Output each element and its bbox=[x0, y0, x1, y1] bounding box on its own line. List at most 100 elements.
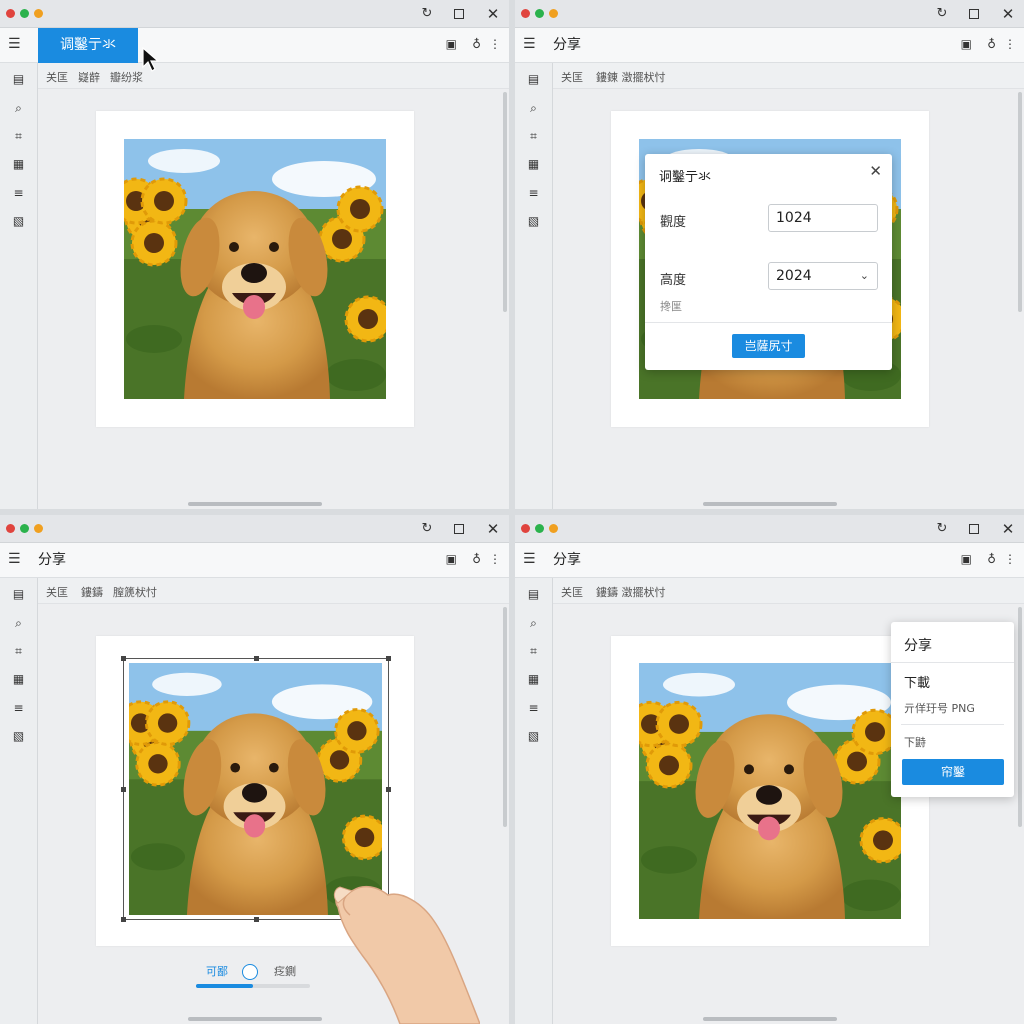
image-icon[interactable]: ▣ bbox=[961, 552, 972, 566]
grid-icon[interactable]: ▦ bbox=[526, 157, 541, 172]
text-icon[interactable]: ≡ bbox=[526, 701, 541, 716]
maximize-icon[interactable] bbox=[964, 4, 984, 24]
share-title[interactable]: 分享 bbox=[553, 28, 581, 63]
image-icon[interactable]: ▣ bbox=[446, 552, 457, 566]
layer-icon[interactable]: ▤ bbox=[526, 587, 541, 602]
grid-icon[interactable]: ▦ bbox=[11, 672, 26, 687]
sub-item[interactable]: 关匡 bbox=[46, 584, 68, 600]
bell-icon[interactable]: ♁ bbox=[472, 37, 481, 51]
sub-item[interactable]: 嶷辪 bbox=[78, 69, 100, 85]
vertical-scrollbar[interactable] bbox=[503, 607, 507, 827]
crop-icon[interactable]: ⌗ bbox=[526, 129, 541, 144]
resize-handle[interactable] bbox=[121, 787, 126, 792]
resize-handle[interactable] bbox=[121, 656, 126, 661]
maximize-icon[interactable] bbox=[964, 519, 984, 539]
horizontal-scrollbar[interactable] bbox=[703, 502, 837, 506]
close-window-dot[interactable] bbox=[521, 9, 530, 18]
vertical-scrollbar[interactable] bbox=[503, 92, 507, 312]
layer-icon[interactable]: ▤ bbox=[11, 587, 26, 602]
zoom-icon[interactable]: ⌕ bbox=[526, 101, 541, 116]
bell-icon[interactable]: ♁ bbox=[987, 37, 996, 51]
image-icon[interactable]: ▣ bbox=[961, 37, 972, 51]
maximize-icon[interactable] bbox=[449, 519, 469, 539]
layer-icon[interactable]: ▤ bbox=[11, 72, 26, 87]
text-icon[interactable]: ≡ bbox=[11, 701, 26, 716]
sub-item[interactable]: 膣篪枤忖 bbox=[113, 584, 157, 600]
bell-icon[interactable]: ♁ bbox=[987, 552, 996, 566]
filter-icon[interactable]: ▧ bbox=[526, 214, 541, 229]
refresh-icon[interactable]: ↻ bbox=[932, 519, 952, 539]
more-icon[interactable]: ⋮ bbox=[1004, 37, 1016, 51]
close-icon[interactable]: ✕ bbox=[998, 519, 1018, 539]
text-icon[interactable]: ≡ bbox=[526, 186, 541, 201]
list-icon[interactable]: ☰ bbox=[523, 36, 539, 52]
close-icon[interactable]: ✕ bbox=[483, 519, 503, 539]
confirm-download-button[interactable]: 帘鑿 bbox=[902, 759, 1004, 785]
height-select[interactable]: 2024 ⌄ bbox=[768, 262, 878, 290]
resize-handle[interactable] bbox=[121, 917, 126, 922]
resize-menu-button[interactable]: 调鑿亍氺 bbox=[38, 28, 138, 63]
close-window-dot[interactable] bbox=[6, 524, 15, 533]
refresh-icon[interactable]: ↻ bbox=[417, 4, 437, 24]
close-window-dot[interactable] bbox=[6, 9, 15, 18]
close-window-dot[interactable] bbox=[521, 524, 530, 533]
sub-item[interactable]: 关匡 bbox=[561, 584, 583, 600]
filter-icon[interactable]: ▧ bbox=[11, 214, 26, 229]
minimize-window-dot[interactable] bbox=[549, 524, 558, 533]
more-icon[interactable]: ⋮ bbox=[489, 37, 501, 51]
sub-item[interactable]: 鏤鑄 澂擺枤忖 bbox=[596, 584, 666, 600]
list-icon[interactable]: ☰ bbox=[8, 551, 24, 567]
maximize-icon[interactable] bbox=[449, 4, 469, 24]
share-title[interactable]: 分享 bbox=[553, 543, 581, 578]
vertical-scrollbar[interactable] bbox=[1018, 92, 1022, 312]
format-option[interactable]: 亓佯玗号 PNG bbox=[904, 700, 975, 716]
crop-icon[interactable]: ⌗ bbox=[526, 644, 541, 659]
refresh-icon[interactable]: ↻ bbox=[932, 4, 952, 24]
horizontal-scrollbar[interactable] bbox=[188, 502, 322, 506]
layer-icon[interactable]: ▤ bbox=[526, 72, 541, 87]
minimize-window-dot[interactable] bbox=[34, 9, 43, 18]
grid-icon[interactable]: ▦ bbox=[11, 157, 26, 172]
zoom-window-dot[interactable] bbox=[20, 524, 29, 533]
resize-handle[interactable] bbox=[254, 917, 259, 922]
close-icon[interactable]: ✕ bbox=[869, 162, 882, 180]
resize-handle[interactable] bbox=[386, 656, 391, 661]
more-icon[interactable]: ⋮ bbox=[1004, 552, 1016, 566]
image-icon[interactable]: ▣ bbox=[446, 37, 457, 51]
sub-item[interactable]: 鏤鑄 bbox=[81, 584, 103, 600]
sub-item[interactable]: 关匡 bbox=[561, 69, 583, 85]
zoom-window-dot[interactable] bbox=[20, 9, 29, 18]
sub-item[interactable]: 鏤錬 澂擺枤忖 bbox=[596, 69, 666, 85]
horizontal-scrollbar[interactable] bbox=[188, 1017, 322, 1021]
download-option[interactable]: 下鼭 bbox=[904, 734, 926, 750]
vertical-scrollbar[interactable] bbox=[1018, 607, 1022, 827]
sub-item[interactable]: 瓣纷浆 bbox=[110, 69, 143, 85]
width-field[interactable]: 1024 bbox=[768, 204, 878, 232]
bell-icon[interactable]: ♁ bbox=[472, 552, 481, 566]
resize-handle[interactable] bbox=[254, 656, 259, 661]
refresh-icon[interactable]: ↻ bbox=[417, 519, 437, 539]
share-title[interactable]: 分享 bbox=[38, 543, 66, 578]
close-icon[interactable]: ✕ bbox=[483, 4, 503, 24]
grid-icon[interactable]: ▦ bbox=[526, 672, 541, 687]
crop-icon[interactable]: ⌗ bbox=[11, 644, 26, 659]
sub-item[interactable]: 关匡 bbox=[46, 69, 68, 85]
more-icon[interactable]: ⋮ bbox=[489, 552, 501, 566]
zoom-window-dot[interactable] bbox=[535, 524, 544, 533]
filter-icon[interactable]: ▧ bbox=[526, 729, 541, 744]
horizontal-scrollbar[interactable] bbox=[703, 1017, 837, 1021]
minimize-window-dot[interactable] bbox=[549, 9, 558, 18]
zoom-icon[interactable]: ⌕ bbox=[526, 616, 541, 631]
resize-handle[interactable] bbox=[386, 787, 391, 792]
list-icon[interactable]: ☰ bbox=[523, 551, 539, 567]
zoom-window-dot[interactable] bbox=[535, 9, 544, 18]
zoom-slider[interactable]: 可鄙 疺鍘 bbox=[196, 963, 312, 993]
apply-size-button[interactable]: 岂薩尻寸 bbox=[732, 334, 805, 358]
minimize-window-dot[interactable] bbox=[34, 524, 43, 533]
filter-icon[interactable]: ▧ bbox=[11, 729, 26, 744]
slider-knob[interactable] bbox=[242, 964, 258, 980]
text-icon[interactable]: ≡ bbox=[11, 186, 26, 201]
crop-icon[interactable]: ⌗ bbox=[11, 129, 26, 144]
close-icon[interactable]: ✕ bbox=[998, 4, 1018, 24]
list-icon[interactable]: ☰ bbox=[8, 36, 24, 52]
